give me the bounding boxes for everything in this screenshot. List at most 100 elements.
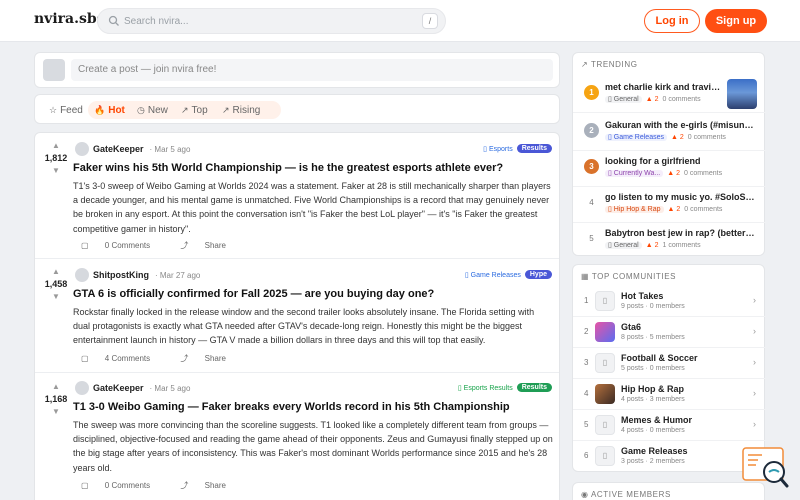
- post-thumbnail[interactable]: [727, 79, 757, 109]
- post-author[interactable]: GateKeeper: [93, 144, 144, 154]
- post-tags: ▯ Esports Results Results: [458, 383, 552, 395]
- trend-up-icon: ↗: [181, 105, 189, 115]
- community-item[interactable]: 1 ▯ Hot Takes 9 posts · 0 members ›: [573, 287, 766, 317]
- create-post-card: Create a post — join nvira free!: [34, 52, 560, 88]
- vote-count: 1,458: [44, 279, 68, 289]
- trending-title[interactable]: looking for a girlfriend: [605, 156, 757, 166]
- trending-title[interactable]: Babytron best jew in rap? (better than..…: [605, 228, 757, 238]
- trending-title[interactable]: go listen to my music yo. #SoloSlick: [605, 192, 757, 202]
- downvote-icon[interactable]: ▼: [41, 166, 71, 175]
- flame-icon: 🔥: [94, 105, 106, 115]
- flair-badge: Hype: [524, 270, 552, 279]
- trending-category[interactable]: ▯ Game Releases: [605, 134, 667, 141]
- trending-meta: ▯ Game Releases ▲ 20 comments: [605, 133, 726, 141]
- comment-icon: ▢: [81, 241, 91, 250]
- signup-button[interactable]: Sign up: [705, 9, 767, 33]
- community-link[interactable]: ▯ Esports Results: [458, 384, 513, 392]
- heading-label: Trending: [590, 60, 638, 69]
- upvote-icon[interactable]: ▲: [41, 382, 71, 391]
- community-avatar: ▯: [595, 353, 615, 373]
- chevron-right-icon: ›: [753, 326, 756, 336]
- community-item[interactable]: 6 ▯ Game Releases 3 posts · 2 members ›: [573, 442, 766, 472]
- tab-rising[interactable]: ↗ Rising: [216, 101, 266, 119]
- trending-title[interactable]: met charlie kirk and travis ...: [605, 82, 725, 92]
- community-stats: 9 posts · 0 members: [621, 303, 685, 310]
- community-item[interactable]: 5 ▯ Memes & Humor 4 posts · 0 members ›: [573, 411, 766, 441]
- community-avatar: ▯: [595, 291, 615, 311]
- tab-label: Rising: [232, 105, 261, 116]
- share-button[interactable]: ⤴ Share: [180, 241, 240, 250]
- trending-item[interactable]: 3 looking for a girlfriend ▯ Currently W…: [573, 151, 766, 187]
- clock-icon: ◷: [137, 105, 145, 115]
- post-meta: GateKeeper · Mar 5 ago: [75, 381, 190, 397]
- community-link[interactable]: ▯ Game Releases: [465, 271, 521, 279]
- score: ▲ 2: [671, 134, 684, 141]
- community-name[interactable]: Hip Hop & Rap: [621, 384, 684, 394]
- comments-label: 0 Comments: [104, 241, 151, 250]
- trending-category[interactable]: ▯ Currently Wa...: [605, 170, 664, 177]
- community-link[interactable]: ▯ Esports: [483, 145, 513, 153]
- tab-new[interactable]: ◷ New: [131, 101, 174, 119]
- trending-meta: ▯ Hip Hop & Rap ▲ 20 comments: [605, 205, 722, 213]
- community-stats: 4 posts · 0 members: [621, 427, 685, 434]
- community-item[interactable]: 4 Hip Hop & Rap 4 posts · 3 members ›: [573, 380, 766, 410]
- score-value: 2: [676, 206, 681, 213]
- trending-panel: ↗ Trending 1 met charlie kirk and travis…: [572, 52, 766, 259]
- post-card[interactable]: ▲ 1,812 ▼ GateKeeper · Mar 5 ago ▯ Esport…: [35, 133, 559, 259]
- post-tags: ▯ Esports Results: [483, 144, 552, 156]
- comments-button[interactable]: ▢ 0 Comments: [81, 481, 164, 490]
- community-name[interactable]: Game Releases: [621, 446, 688, 456]
- downvote-icon[interactable]: ▼: [41, 407, 71, 416]
- trending-category[interactable]: ▯ Hip Hop & Rap: [605, 206, 664, 213]
- search-input[interactable]: [124, 13, 404, 30]
- share-button[interactable]: ⤴ Share: [180, 354, 240, 363]
- tab-top[interactable]: ↗ Top: [175, 101, 214, 119]
- trending-item[interactable]: 2 Gakuran with the e-girls (#misundersta…: [573, 115, 766, 151]
- post-actions: ▢ 0 Comments ⤴ Share: [81, 480, 254, 491]
- post-author[interactable]: GateKeeper: [93, 383, 144, 393]
- login-button[interactable]: Log in: [644, 9, 700, 33]
- score: ▲ 2: [645, 242, 659, 249]
- trending-item[interactable]: 4 go listen to my music yo. #SoloSlick ▯…: [573, 187, 766, 223]
- trending-heading: ↗ Trending: [581, 60, 638, 69]
- community-name[interactable]: Memes & Humor: [621, 415, 692, 425]
- create-post-input[interactable]: Create a post — join nvira free!: [71, 59, 553, 81]
- community-rank: 2: [584, 327, 589, 336]
- search-help-floating-icon[interactable]: [742, 446, 790, 490]
- community-name[interactable]: Hot Takes: [621, 291, 663, 301]
- upvote-icon[interactable]: ▲: [41, 141, 71, 150]
- community-avatar: ▯: [595, 446, 615, 466]
- active-members-heading: ◉ Active Members: [581, 490, 671, 499]
- vote-count: 1,812: [44, 153, 68, 163]
- comments-button[interactable]: ▢ 4 Comments: [81, 354, 164, 363]
- tab-feed[interactable]: ☆ Feed: [43, 101, 89, 119]
- post-card[interactable]: ▲ 1,168 ▼ GateKeeper · Mar 5 ago ▯ Esport…: [35, 374, 559, 500]
- search-bar[interactable]: /: [97, 8, 446, 34]
- upvote-icon[interactable]: ▲: [41, 267, 71, 276]
- tab-label: Top: [191, 105, 208, 116]
- post-card[interactable]: ▲ 1,458 ▼ ShitpostKing · Mar 27 ago ▯ Gam…: [35, 260, 559, 373]
- trending-item[interactable]: 1 met charlie kirk and travis ... ▯ Gene…: [573, 77, 766, 113]
- comments-button[interactable]: ▢ 0 Comments: [81, 241, 164, 250]
- post-title[interactable]: GTA 6 is officially confirmed for Fall 2…: [73, 288, 553, 300]
- post-title[interactable]: T1 3-0 Weibo Gaming — Faker breaks every…: [73, 401, 553, 413]
- post-actions: ▢ 0 Comments ⤴ Share: [81, 240, 254, 251]
- community-name[interactable]: Gta6: [621, 322, 641, 332]
- trending-item[interactable]: 5 Babytron best jew in rap? (better than…: [573, 223, 766, 259]
- post-title[interactable]: Faker wins his 5th World Championship — …: [73, 162, 553, 174]
- downvote-icon[interactable]: ▼: [41, 292, 71, 301]
- trending-title[interactable]: Gakuran with the e-girls (#misunderstand…: [605, 120, 757, 130]
- share-button[interactable]: ⤴ Share: [180, 481, 240, 490]
- post-author[interactable]: ShitpostKing: [93, 270, 149, 280]
- comments-label: 4 Comments: [104, 354, 151, 363]
- author-avatar: [75, 268, 89, 282]
- trending-category[interactable]: ▯ General: [605, 242, 642, 249]
- community-item[interactable]: 3 ▯ Football & Soccer 5 posts · 0 member…: [573, 349, 766, 379]
- community-rank: 5: [584, 420, 589, 429]
- trending-category[interactable]: ▯ General: [605, 96, 642, 103]
- community-item[interactable]: 2 Gta6 8 posts · 5 members ›: [573, 318, 766, 348]
- comment-count: 0 comments: [687, 134, 726, 141]
- community-rank: 3: [584, 358, 589, 367]
- site-logo[interactable]: nvira.sbs: [34, 11, 105, 27]
- community-name[interactable]: Football & Soccer: [621, 353, 698, 363]
